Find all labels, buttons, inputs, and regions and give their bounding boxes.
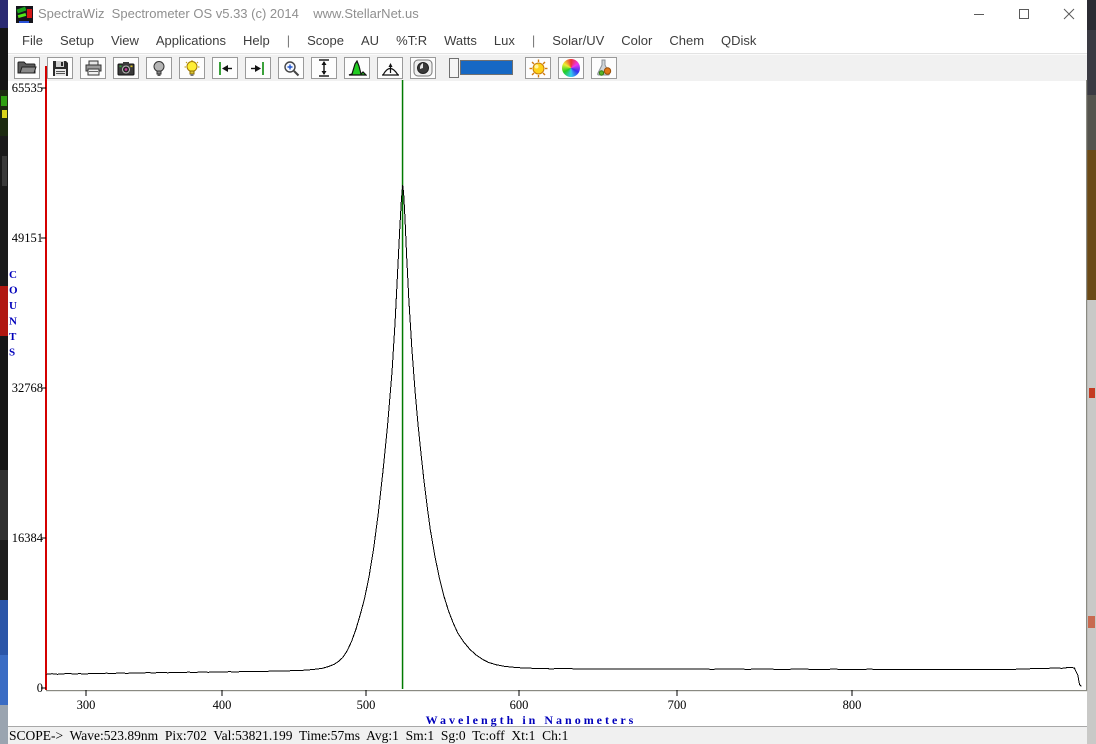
- menu-item-setup[interactable]: Setup: [60, 33, 94, 48]
- open-button[interactable]: [14, 57, 40, 79]
- menu-bar: File Setup View Applications Help | Scope AU %T:…: [8, 28, 1087, 54]
- magnifier-plus-icon: [283, 60, 300, 77]
- screen: SpectraWiz Spectrometer OS v5.33 (c) 201…: [0, 0, 1096, 744]
- open-folder-icon: [17, 60, 37, 76]
- desktop-strip-right: [1087, 0, 1096, 744]
- cursor-left-icon: [216, 61, 234, 76]
- minimize-button[interactable]: [958, 0, 1000, 28]
- color-wheel-button[interactable]: [558, 57, 584, 79]
- printer-icon: [84, 60, 103, 76]
- status-bar: SCOPE-> Wave:523.89nm Pix:702 Val:53821.…: [8, 726, 1087, 744]
- bulb-off-icon: [152, 60, 166, 77]
- menu-item-help[interactable]: Help: [243, 33, 270, 48]
- zoom-in-button[interactable]: [278, 57, 304, 79]
- autoscale-y-button[interactable]: [311, 57, 337, 79]
- peak-arrow-icon: [381, 60, 400, 77]
- maximize-button[interactable]: [1003, 0, 1045, 28]
- save-button[interactable]: [47, 57, 73, 79]
- menu-separator: |: [532, 33, 535, 48]
- menu-item-au[interactable]: AU: [361, 33, 379, 48]
- close-button[interactable]: [1048, 0, 1090, 28]
- dial-button[interactable]: [410, 57, 436, 79]
- menu-item-file[interactable]: File: [22, 33, 43, 48]
- dial-icon: [413, 59, 433, 77]
- title-bar[interactable]: SpectraWiz Spectrometer OS v5.33 (c) 201…: [8, 0, 1087, 28]
- snapshot-button[interactable]: [113, 57, 139, 79]
- cursor-right-icon: [249, 61, 267, 76]
- color-wheel-icon: [562, 59, 580, 77]
- peak-track-button[interactable]: [377, 57, 403, 79]
- solar-button[interactable]: [525, 57, 551, 79]
- menu-item--t-r[interactable]: %T:R: [396, 33, 427, 48]
- cursor-prev-button[interactable]: [212, 57, 238, 79]
- sun-icon: [529, 59, 548, 78]
- lamp-off-button[interactable]: [146, 57, 172, 79]
- camera-icon: [117, 61, 135, 76]
- menu-item-chem[interactable]: Chem: [669, 33, 704, 48]
- lamp-on-button[interactable]: [179, 57, 205, 79]
- spectrum-peak-icon: [348, 60, 367, 76]
- slider-thumb-icon[interactable]: [449, 58, 459, 78]
- status-readout: SCOPE-> Wave:523.89nm Pix:702 Val:53821.…: [9, 728, 568, 744]
- menu-item-lux[interactable]: Lux: [494, 33, 515, 48]
- menu-separator: |: [287, 33, 290, 48]
- print-button[interactable]: [80, 57, 106, 79]
- desktop-strip-left: [0, 0, 8, 744]
- toolbar: [8, 54, 1087, 81]
- bulb-on-icon: [184, 60, 200, 77]
- chem-flask-icon: [595, 59, 614, 77]
- chem-button[interactable]: [591, 57, 617, 79]
- slider-track[interactable]: [460, 60, 513, 75]
- menu-item-solar-uv[interactable]: Solar/UV: [552, 33, 604, 48]
- cursor-next-button[interactable]: [245, 57, 271, 79]
- integration-slider-slider[interactable]: [449, 58, 515, 78]
- menu-item-color[interactable]: Color: [621, 33, 652, 48]
- save-floppy-icon: [52, 60, 69, 77]
- app-icon: [16, 6, 33, 23]
- vertical-arrows-icon: [317, 59, 331, 77]
- menu-item-qdisk[interactable]: QDisk: [721, 33, 756, 48]
- menu-item-scope[interactable]: Scope: [307, 33, 344, 48]
- menu-item-watts[interactable]: Watts: [444, 33, 477, 48]
- window-title: SpectraWiz Spectrometer OS v5.33 (c) 201…: [38, 6, 419, 21]
- spectrum-overlay-button[interactable]: [344, 57, 370, 79]
- menu-item-applications[interactable]: Applications: [156, 33, 226, 48]
- menu-item-view[interactable]: View: [111, 33, 139, 48]
- app-window: SpectraWiz Spectrometer OS v5.33 (c) 201…: [8, 0, 1087, 744]
